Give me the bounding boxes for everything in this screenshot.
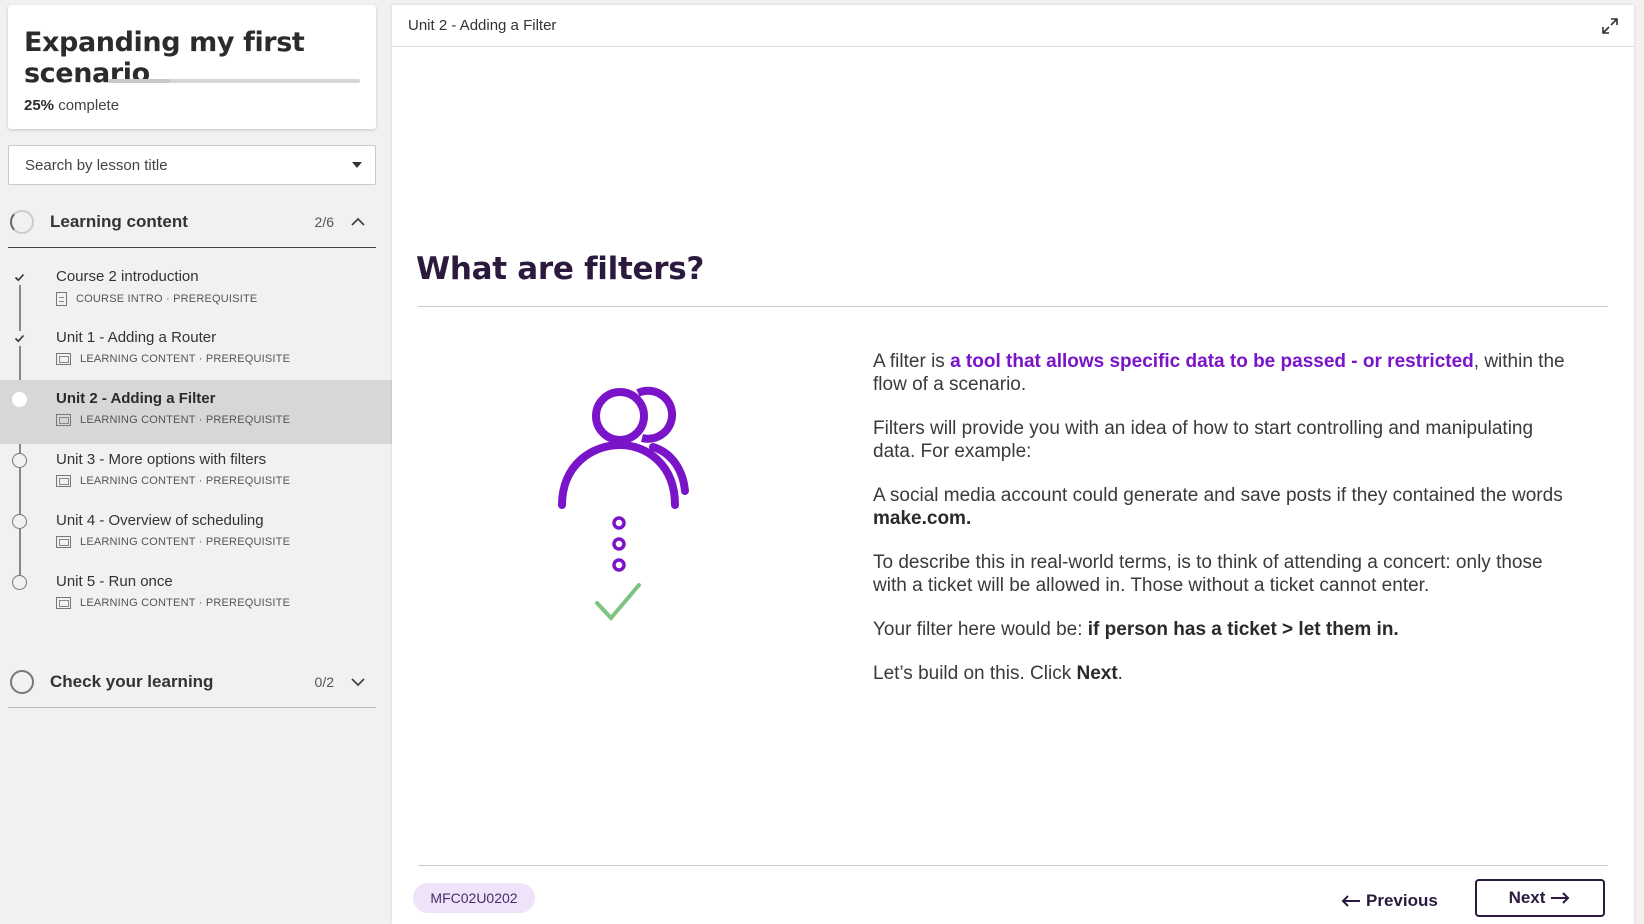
arrow-right-icon xyxy=(1551,892,1570,904)
text: Let’s build on this. Click xyxy=(873,663,1077,684)
arrow-left-icon xyxy=(1341,895,1360,907)
lesson-item[interactable]: Course 2 introduction COURSE INTRO · PRE… xyxy=(0,258,392,322)
content-body: A filter is a tool that allows specific … xyxy=(873,350,1573,706)
incomplete-circle-icon xyxy=(12,575,27,590)
lesson-search-select[interactable]: Search by lesson title xyxy=(8,145,376,185)
lesson-meta-text: LEARNING CONTENT · PREREQUISITE xyxy=(80,597,291,609)
slides-icon xyxy=(56,475,71,487)
lesson-item[interactable]: Unit 1 - Adding a Router LEARNING CONTEN… xyxy=(0,319,392,383)
slides-icon xyxy=(56,353,71,365)
progress-suffix: complete xyxy=(54,97,120,114)
paragraph-6: Let’s build on this. Click Next. xyxy=(873,662,1573,685)
paragraph-3: A social media account could generate an… xyxy=(873,484,1573,530)
chevron-up-icon[interactable] xyxy=(348,212,368,232)
progress-percent: 25% xyxy=(24,97,55,114)
lesson-title: Unit 2 - Adding a Filter xyxy=(56,390,216,407)
check-icon xyxy=(12,331,27,346)
lesson-meta: LEARNING CONTENT · PREREQUISITE xyxy=(56,536,290,548)
course-progress-bar xyxy=(108,79,360,83)
section-count: 0/2 xyxy=(314,673,334,690)
lesson-meta: LEARNING CONTENT · PREREQUISITE xyxy=(56,597,290,609)
lesson-title: Course 2 introduction xyxy=(56,268,199,285)
paragraph-2: Filters will provide you with an idea of… xyxy=(873,418,1534,462)
expand-icon[interactable] xyxy=(1600,16,1620,36)
check-icon xyxy=(12,270,27,285)
lesson-meta: COURSE INTRO · PREREQUISITE xyxy=(56,292,257,306)
content-heading: What are filters? xyxy=(416,251,705,287)
lesson-code-badge: MFC02U0202 xyxy=(413,883,535,913)
incomplete-circle-icon xyxy=(12,514,27,529)
text: A filter is xyxy=(873,351,951,372)
slides-icon xyxy=(56,597,71,609)
section-progress-ring-icon xyxy=(10,669,34,694)
lesson-title: Unit 3 - More options with filters xyxy=(56,451,267,468)
text: A social media account could generate an… xyxy=(873,485,1563,506)
section-title: Check your learning xyxy=(50,671,214,691)
lesson-topbar-title: Unit 2 - Adding a Filter xyxy=(408,17,557,34)
paragraph-1: A filter is a tool that allows specific … xyxy=(873,350,1573,396)
section-check-your-learning[interactable]: Check your learning 0/2 xyxy=(8,656,376,708)
previous-label: Previous xyxy=(1366,891,1438,910)
lesson-meta-text: COURSE INTRO · PREREQUISITE xyxy=(76,293,258,305)
section-learning-content[interactable]: Learning content 2/6 xyxy=(8,196,376,248)
footer-divider xyxy=(418,865,1608,866)
section-progress-ring-icon xyxy=(10,209,34,234)
lesson-meta: LEARNING CONTENT · PREREQUISITE xyxy=(56,475,290,487)
section-title: Learning content xyxy=(50,211,188,231)
lesson-title: Unit 4 - Overview of scheduling xyxy=(56,512,264,529)
course-progress-text: 25% complete xyxy=(24,97,119,114)
current-lesson-dot-icon xyxy=(12,392,27,407)
lesson-title: Unit 5 - Run once xyxy=(56,573,173,590)
slides-icon xyxy=(56,414,71,426)
lesson-meta-text: LEARNING CONTENT · PREREQUISITE xyxy=(80,475,291,487)
slides-icon xyxy=(56,536,71,548)
lesson-meta: LEARNING CONTENT · PREREQUISITE xyxy=(56,353,290,365)
lesson-meta-text: LEARNING CONTENT · PREREQUISITE xyxy=(80,353,291,365)
incomplete-circle-icon xyxy=(12,453,27,468)
lesson-meta-text: LEARNING CONTENT · PREREQUISITE xyxy=(80,414,291,426)
section-count: 2/6 xyxy=(314,213,334,230)
lesson-meta-text: LEARNING CONTENT · PREREQUISITE xyxy=(80,536,291,548)
bold-text: make.com. xyxy=(873,508,972,529)
heading-divider xyxy=(418,306,1608,307)
next-label: Next xyxy=(1508,888,1546,907)
lesson-content-panel: Unit 2 - Adding a Filter What are filter… xyxy=(392,5,1634,924)
caret-down-icon xyxy=(352,162,362,168)
lesson-title: Unit 1 - Adding a Router xyxy=(56,329,217,346)
lesson-search-placeholder: Search by lesson title xyxy=(25,156,168,174)
lesson-item[interactable]: Unit 3 - More options with filters LEARN… xyxy=(0,441,392,505)
bold-text: Next xyxy=(1076,663,1118,684)
bold-text: if person has a ticket > let them in. xyxy=(1087,619,1399,640)
document-icon xyxy=(56,292,67,306)
previous-button[interactable]: Previous xyxy=(1340,883,1438,919)
lesson-item-current[interactable]: Unit 2 - Adding a Filter LEARNING CONTEN… xyxy=(0,380,392,444)
lesson-item[interactable]: Unit 5 - Run once LEARNING CONTENT · PRE… xyxy=(0,563,392,627)
paragraph-4: To describe this in real-world terms, is… xyxy=(873,552,1543,596)
highlight-text: a tool that allows specific data to be p… xyxy=(950,351,1474,372)
text: Your filter here would be: xyxy=(873,619,1088,640)
paragraph-5: Your filter here would be: if person has… xyxy=(873,618,1573,641)
next-button[interactable]: Next xyxy=(1475,879,1605,917)
text: . xyxy=(1117,663,1123,684)
course-progress-fill xyxy=(108,79,171,83)
chevron-down-icon[interactable] xyxy=(348,672,368,692)
users-filter-illustration xyxy=(558,386,689,622)
course-header-card: Expanding my first scenario 25% complete xyxy=(8,5,376,129)
lesson-item[interactable]: Unit 4 - Overview of scheduling LEARNING… xyxy=(0,502,392,566)
lesson-topbar: Unit 2 - Adding a Filter xyxy=(392,5,1634,47)
course-sidebar: Expanding my first scenario 25% complete… xyxy=(0,0,392,924)
lesson-meta: LEARNING CONTENT · PREREQUISITE xyxy=(56,414,290,426)
